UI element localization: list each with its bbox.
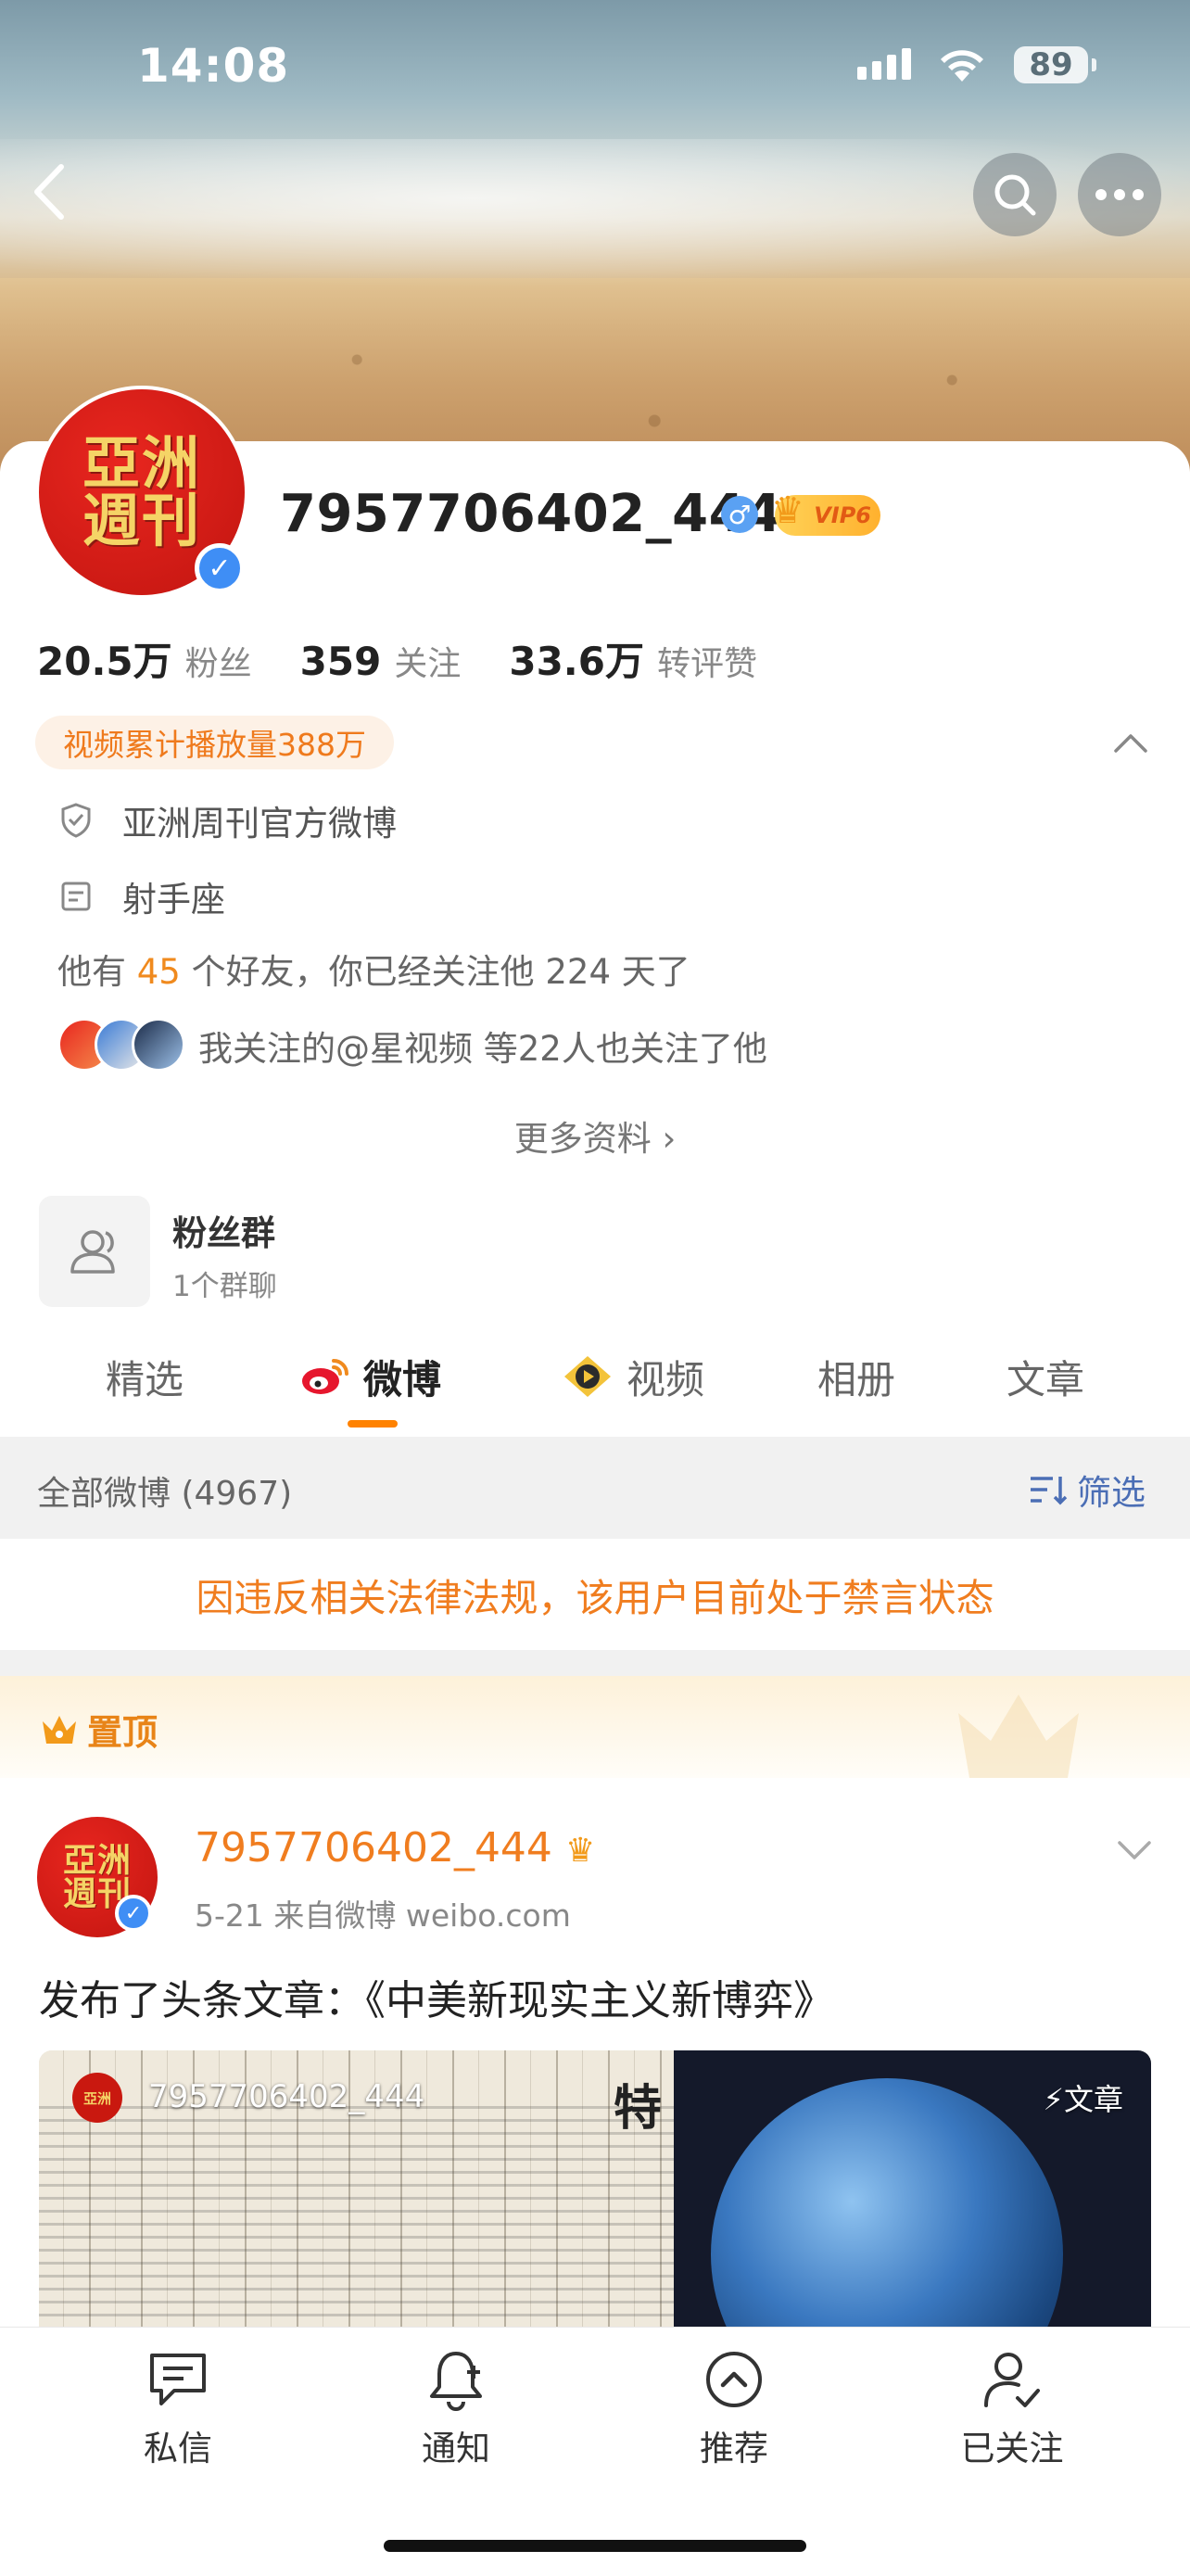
male-gender-icon: ♂ — [721, 496, 758, 533]
home-indicator — [384, 2540, 806, 2552]
chevron-up-icon[interactable] — [1112, 729, 1149, 755]
bottom-tab-bar: 私信 通知 推荐 已关注 — [0, 2327, 1190, 2576]
search-icon — [994, 174, 1036, 216]
article-big-char: 特 — [614, 2080, 663, 2137]
more-info-link[interactable]: 更多资料 › — [0, 1110, 1190, 1161]
verified-badge-icon: ✓ — [115, 1895, 152, 1932]
post-author-name[interactable]: 7957706402_444 ♛ — [195, 1824, 595, 1872]
filter-button[interactable]: 筛选 — [1027, 1465, 1146, 1515]
vip-crown-icon: ♛ — [564, 1832, 596, 1870]
reposts-count[interactable]: 33.6万 — [509, 630, 644, 687]
mutual-avatars — [57, 1018, 187, 1073]
post-text[interactable]: 发布了头条文章：《中美新现实主义新博弈》 — [39, 1967, 834, 2026]
article-author-avatar: 亞洲 — [72, 2073, 122, 2123]
search-button[interactable] — [973, 153, 1057, 236]
vip-badge[interactable]: ♛ VIP6 — [771, 489, 880, 536]
tabbar-recommend[interactable]: 推荐 — [641, 2344, 827, 2470]
verified-badge-icon: ✓ — [195, 543, 245, 593]
tabbar-messages[interactable]: 私信 — [85, 2344, 271, 2470]
shield-icon — [61, 803, 91, 838]
friends-count[interactable]: 45 — [137, 952, 181, 992]
recommend-icon — [706, 2352, 762, 2407]
tab-articles[interactable]: 文章 — [1006, 1344, 1084, 1409]
video-icon — [564, 1356, 611, 1397]
zodiac-row: 射手座 — [57, 871, 225, 921]
article-tag: ⚡文章 — [1043, 2082, 1123, 2117]
section-divider — [0, 1650, 1190, 1676]
cellular-signal-icon — [857, 48, 911, 80]
tabbar-following[interactable]: 已关注 — [919, 2344, 1105, 2470]
fan-group-title[interactable]: 粉丝群 — [172, 1205, 275, 1255]
video-plays-tag[interactable]: 视频累计播放量388万 — [35, 716, 394, 769]
profile-username: 7957706402_444 — [280, 484, 782, 544]
fan-group-subtitle: 1个群聊 — [172, 1270, 277, 1303]
profile-tabs: 精选 微博 视频 相册 文章 — [0, 1344, 1190, 1437]
followers-count[interactable]: 20.5万 — [37, 630, 172, 687]
article-author-name: 7957706402_444 — [148, 2078, 425, 2115]
pinned-header: 置顶 — [0, 1676, 1190, 1778]
verified-description-row: 亚洲周刊官方微博 — [57, 795, 397, 845]
wifi-icon — [941, 50, 983, 82]
filter-bar: 全部微博 (4967) 筛选 — [0, 1437, 1190, 1539]
active-tab-indicator — [348, 1420, 398, 1428]
crown-decoration-icon — [958, 1694, 1079, 1778]
tabbar-notifications[interactable]: 通知 — [363, 2344, 549, 2470]
weibo-logo-icon — [302, 1359, 348, 1394]
article-card[interactable]: 特 亞洲 7957706402_444 ⚡文章 — [39, 2050, 1151, 2329]
post-meta: 5-21 来自微博 weibo.com — [195, 1897, 571, 1934]
all-posts-count[interactable]: 全部微博 (4967) — [37, 1466, 292, 1515]
chevron-down-icon[interactable] — [1116, 1837, 1153, 1863]
ban-notice: 因违反相关法律法规，该用户目前处于禁言状态 — [196, 1576, 994, 1620]
group-icon — [70, 1230, 115, 1274]
tab-video[interactable]: 视频 — [560, 1344, 704, 1409]
more-dots-icon — [1095, 189, 1144, 200]
tab-weibo[interactable]: 微博 — [298, 1344, 441, 1409]
friends-info: 他有 45 个好友，你已经关注他 224 天了 — [57, 952, 690, 992]
crown-icon: ♛ — [771, 489, 804, 532]
profile-stats: 20.5万 粉丝 359 关注 33.6万 转评赞 — [37, 630, 805, 687]
crown-icon — [43, 1715, 76, 1744]
message-icon — [150, 2354, 206, 2405]
bell-icon — [430, 2352, 482, 2411]
followed-user-icon — [984, 2353, 1040, 2407]
tab-album[interactable]: 相册 — [817, 1344, 895, 1409]
filter-icon — [1031, 1477, 1068, 1505]
following-count[interactable]: 359 — [300, 639, 382, 684]
tab-featured[interactable]: 精选 — [106, 1344, 184, 1409]
battery-indicator: 89 — [1014, 46, 1096, 83]
mutual-follows-row[interactable]: 我关注的@星视频 等22人也关注了他 — [57, 1018, 767, 1073]
more-options-button[interactable] — [1078, 153, 1161, 236]
fan-group-icon-box[interactable] — [39, 1196, 150, 1307]
calendar-icon — [61, 882, 91, 911]
status-time: 14:08 — [137, 39, 290, 93]
back-icon[interactable] — [28, 159, 74, 224]
